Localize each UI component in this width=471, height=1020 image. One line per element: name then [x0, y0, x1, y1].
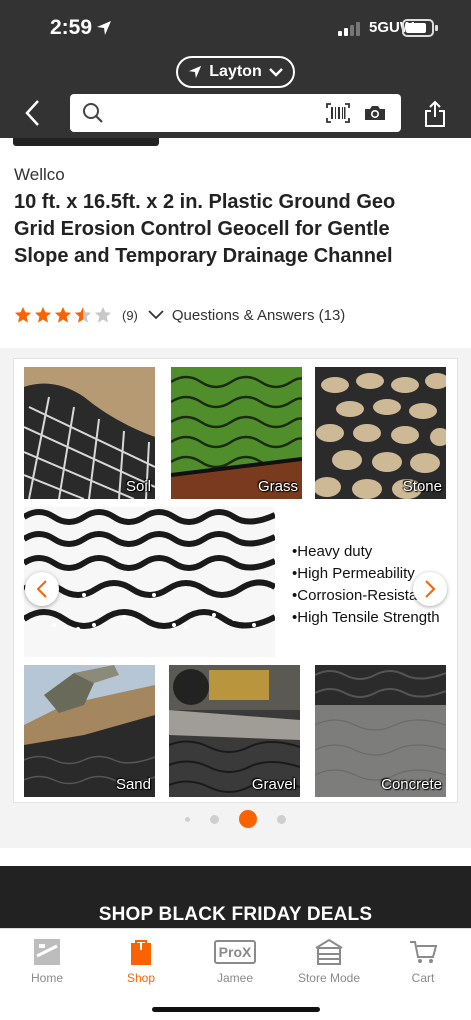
bottom-tab-bar: Home Shop ProX Jamee Store Mode Cart	[0, 928, 471, 1020]
share-icon[interactable]	[423, 100, 447, 128]
top-nav: Layton	[0, 56, 471, 138]
feature-item: •Heavy duty	[292, 543, 373, 560]
chevron-down-icon	[268, 68, 283, 77]
star-icon	[54, 306, 72, 323]
tile-concrete: Concrete	[315, 665, 446, 797]
tile-label: Gravel	[251, 776, 296, 793]
signal-icon	[338, 22, 360, 36]
star-empty-icon	[94, 306, 112, 323]
promo-banner[interactable]: SHOP BLACK FRIDAY DEALS	[0, 866, 471, 928]
tab-shop[interactable]: Shop	[101, 937, 181, 985]
battery-icon	[402, 19, 438, 37]
tile-label: Grass	[257, 478, 298, 495]
gallery-section: Soil Grass Stone •Heavy duty •High Perme…	[0, 348, 471, 848]
shop-icon	[131, 940, 151, 965]
tile-soil: Soil	[24, 367, 155, 499]
tab-label: Shop	[126, 971, 156, 985]
tab-jamee[interactable]: ProX Jamee	[195, 937, 275, 985]
chevron-down-icon[interactable]	[148, 310, 164, 320]
gallery-pagination	[0, 810, 471, 828]
tile-geocell-main	[24, 507, 275, 657]
tile-stone: Stone	[315, 367, 446, 499]
gallery-next-button[interactable]	[413, 572, 447, 606]
store-selector[interactable]: Layton	[176, 56, 295, 88]
tab-home[interactable]: Home	[7, 937, 87, 985]
tile-label: Concrete	[381, 776, 442, 793]
barcode-scanner-icon[interactable]	[326, 103, 350, 123]
prox-icon: ProX	[213, 940, 257, 964]
tile-grass: Grass	[171, 367, 302, 499]
tab-cart[interactable]: Cart	[383, 937, 463, 985]
location-arrow-icon	[97, 21, 111, 35]
pagination-dot-active[interactable]	[239, 810, 257, 828]
pagination-dot[interactable]	[185, 816, 190, 822]
product-title: 10 ft. x 16.5ft. x 2 in. Plastic Ground …	[14, 191, 396, 267]
search-input[interactable]	[70, 94, 401, 132]
tab-label: Jamee	[216, 971, 254, 985]
tab-label: Home	[30, 971, 63, 985]
questions-answers-link[interactable]: Questions & Answers (13)	[172, 307, 345, 324]
tile-label: Stone	[402, 478, 442, 495]
feature-item: •High Tensile Strength	[292, 609, 440, 626]
navigation-arrow-icon	[189, 65, 202, 79]
cart-icon	[410, 941, 437, 963]
tile-label: Soil	[125, 478, 151, 495]
tab-store-mode[interactable]: Store Mode	[289, 937, 369, 985]
review-count[interactable]: (9)	[122, 308, 138, 323]
tile-sand: Sand	[24, 665, 155, 797]
store-name: Layton	[209, 63, 262, 80]
tile-label: Sand	[115, 776, 151, 793]
product-brand[interactable]: Wellco	[14, 165, 65, 185]
gallery-prev-button[interactable]	[25, 572, 59, 606]
tab-label: Store Mode	[297, 971, 361, 985]
home-indicator	[152, 1007, 320, 1012]
tile-gravel: Gravel	[169, 665, 300, 797]
star-icon	[14, 306, 32, 323]
star-icon	[34, 306, 52, 323]
star-rating	[14, 306, 112, 324]
status-time: 2:59	[50, 16, 93, 39]
pagination-dot[interactable]	[210, 814, 219, 824]
tab-indicator	[13, 138, 159, 146]
chevron-right-icon	[425, 580, 436, 598]
tab-label: Cart	[411, 971, 435, 985]
camera-icon[interactable]	[364, 104, 386, 122]
chevron-left-icon	[36, 580, 47, 598]
rating-row[interactable]: (9) Questions & Answers (13)	[14, 304, 345, 326]
product-image[interactable]: Soil Grass Stone •Heavy duty •High Perme…	[13, 358, 458, 803]
status-bar: 2:59 5GUW	[0, 0, 471, 56]
product-content: Wellco 10 ft. x 16.5ft. x 2 in. Plastic …	[0, 138, 471, 928]
search-icon	[83, 103, 103, 123]
store-icon	[315, 938, 343, 965]
pagination-dot[interactable]	[277, 814, 286, 824]
star-half-icon	[74, 306, 92, 323]
home-depot-logo-icon	[34, 939, 60, 965]
back-button[interactable]	[22, 98, 46, 128]
promo-text: SHOP BLACK FRIDAY DEALS	[98, 904, 373, 925]
